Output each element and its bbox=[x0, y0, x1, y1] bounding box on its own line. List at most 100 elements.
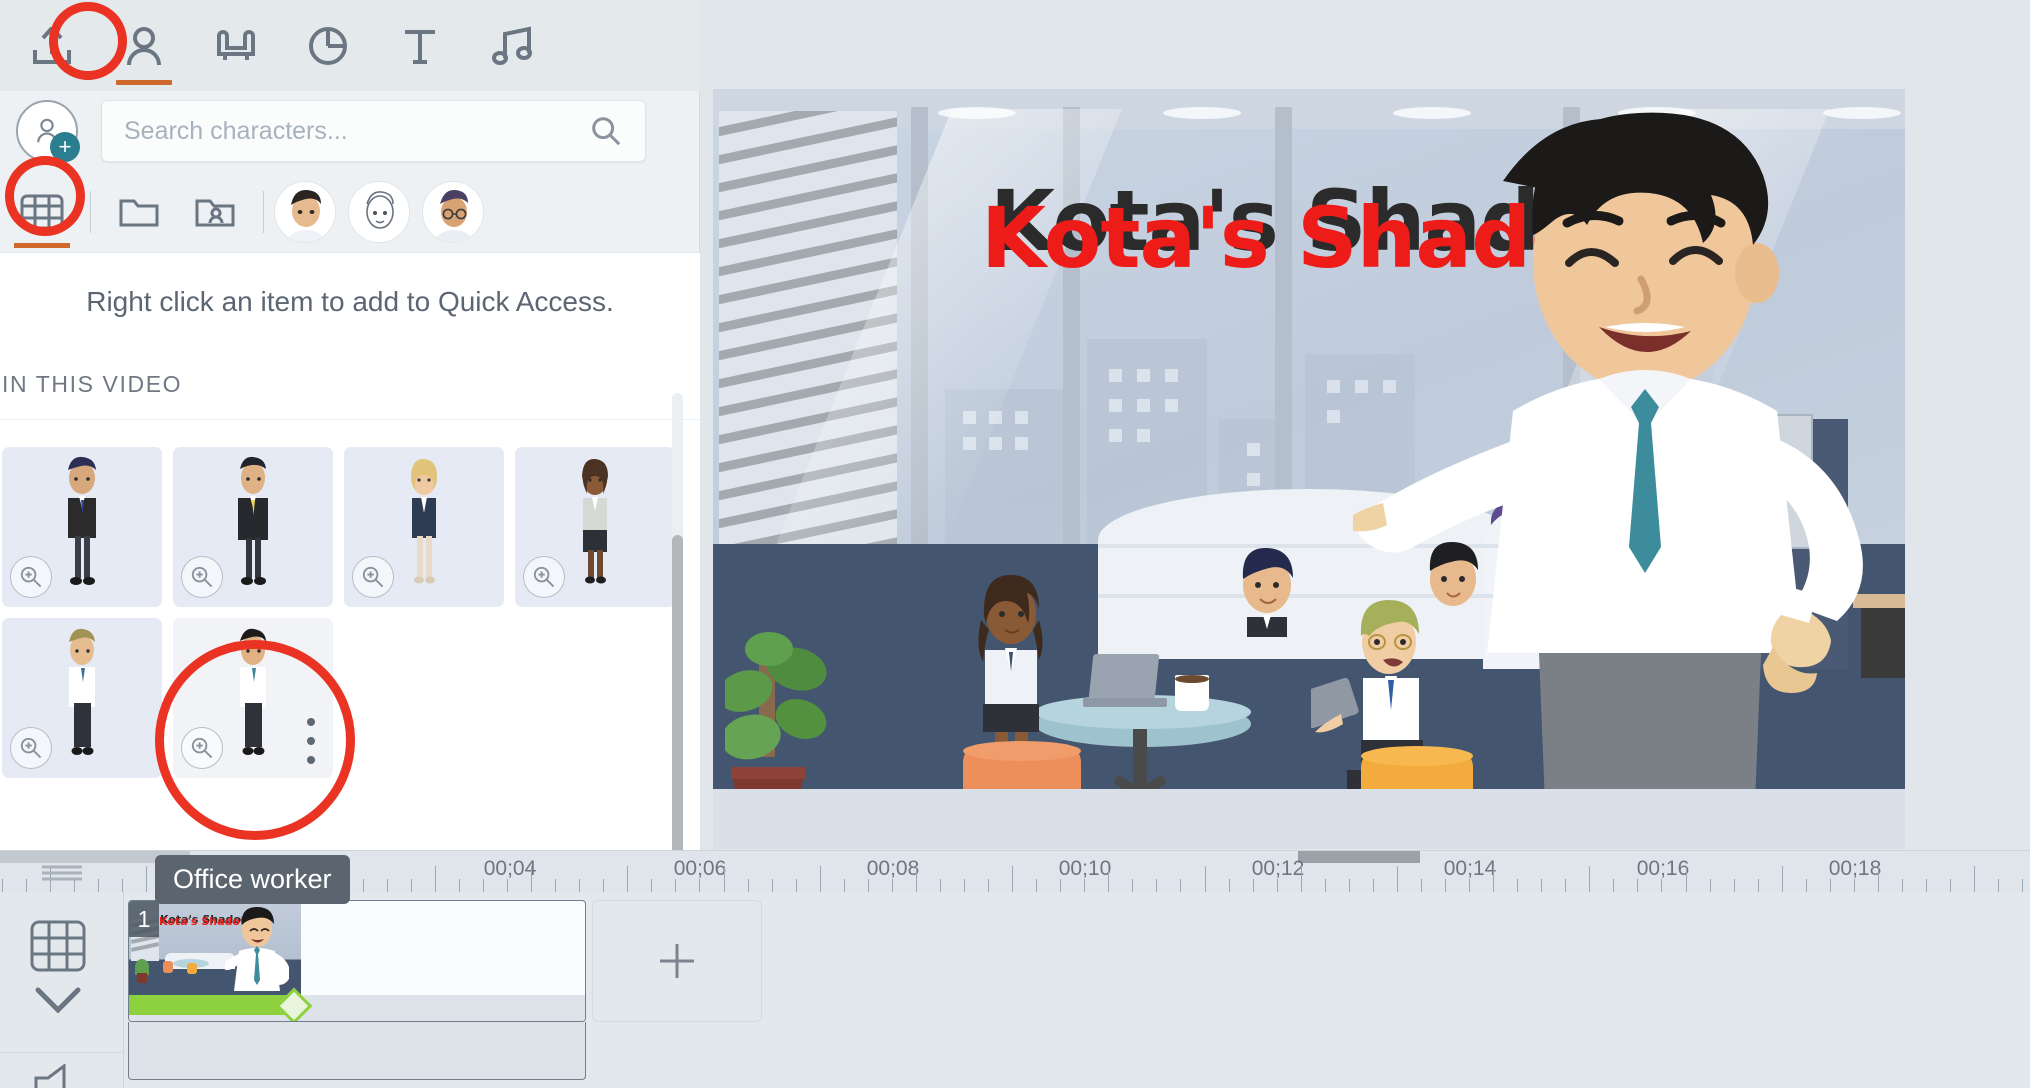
ruler-tick bbox=[26, 879, 28, 892]
drag-handle-icon[interactable] bbox=[38, 864, 86, 882]
ruler-tick bbox=[1084, 879, 1086, 892]
magnifier-plus-icon bbox=[191, 566, 213, 588]
in-this-video-header: IN THIS VIDEO bbox=[0, 350, 700, 420]
ruler-tick bbox=[651, 879, 653, 892]
toolbar-item-text[interactable] bbox=[374, 0, 466, 91]
toolbar-item-charts[interactable] bbox=[282, 0, 374, 91]
scene-duration-bar[interactable] bbox=[129, 995, 289, 1015]
ruler-tick bbox=[1757, 879, 1759, 892]
library-scrollbar-thumb[interactable] bbox=[672, 535, 683, 857]
ruler-tick bbox=[1493, 866, 1495, 892]
library-filter-row bbox=[0, 171, 700, 252]
speaker-icon[interactable] bbox=[30, 1064, 86, 1088]
ruler-label: 00;06 bbox=[673, 857, 727, 880]
quick-access-avatar-2[interactable] bbox=[348, 180, 410, 243]
ruler-label: 00;16 bbox=[1636, 857, 1690, 880]
magnifier-plus-icon bbox=[362, 566, 384, 588]
ruler-tick bbox=[1709, 879, 1711, 892]
ruler-tick bbox=[2022, 879, 2024, 892]
ruler-label: 00;04 bbox=[483, 857, 537, 880]
ruler-tick bbox=[1517, 879, 1519, 892]
ruler-tick bbox=[1156, 879, 1158, 892]
character-options-menu-button[interactable] bbox=[301, 718, 321, 764]
character-grid bbox=[0, 420, 700, 778]
text-icon bbox=[405, 29, 435, 64]
character-card-businessman-yellow-tie[interactable] bbox=[173, 447, 333, 607]
library-search-row: + bbox=[0, 91, 700, 171]
filter-all-characters[interactable] bbox=[4, 174, 80, 250]
character-card-businesswoman-blonde[interactable] bbox=[344, 447, 504, 607]
kebab-dot bbox=[307, 756, 315, 764]
toolbar-item-characters[interactable] bbox=[98, 0, 190, 91]
app-root: + Search characters... Right click an it… bbox=[0, 0, 2030, 1088]
ruler-label: 00;10 bbox=[1058, 857, 1112, 880]
zoom-preview-button[interactable] bbox=[352, 556, 394, 598]
character-library-panel: + Search characters... Right click an it… bbox=[0, 91, 700, 857]
ruler-tick bbox=[122, 879, 124, 892]
search-characters-box[interactable] bbox=[101, 100, 646, 162]
search-icon[interactable] bbox=[589, 114, 623, 148]
ruler-tick bbox=[1926, 879, 1927, 892]
ruler-tick bbox=[531, 866, 533, 892]
filter-my-characters[interactable] bbox=[177, 174, 253, 250]
timeline-panel: Kota's Shadows 1 bbox=[0, 865, 2030, 1088]
search-input[interactable] bbox=[124, 116, 589, 146]
toolbar-item-upload[interactable] bbox=[6, 0, 98, 91]
playhead-indicator[interactable] bbox=[1298, 851, 1420, 863]
ruler-tick bbox=[1974, 866, 1976, 892]
preview-stage: Kota's Shadows bbox=[700, 89, 2030, 850]
ruler-tick bbox=[1685, 866, 1687, 892]
ruler-tick bbox=[1950, 879, 1952, 892]
presenter-character[interactable] bbox=[1353, 111, 1905, 789]
chevron-down-icon[interactable] bbox=[30, 982, 86, 1018]
character-card-businessman-navy[interactable] bbox=[2, 447, 162, 607]
ruler-tick bbox=[362, 879, 364, 892]
ruler-tick bbox=[843, 879, 845, 892]
zoom-preview-button[interactable] bbox=[181, 727, 223, 769]
toolbar-item-music[interactable] bbox=[466, 0, 558, 91]
scene-render: Kota's Shadows bbox=[713, 89, 1905, 789]
folder-icon bbox=[119, 199, 159, 226]
filter-folders[interactable] bbox=[101, 174, 177, 250]
ruler-tick bbox=[867, 879, 869, 892]
ruler-tick bbox=[675, 879, 677, 892]
magnifier-plus-icon bbox=[533, 566, 555, 588]
zoom-preview-button[interactable] bbox=[10, 556, 52, 598]
add-character-button[interactable]: + bbox=[16, 100, 80, 162]
character-card-office-worker[interactable] bbox=[173, 618, 333, 778]
ruler-tick bbox=[747, 879, 749, 892]
main-toolbar bbox=[0, 0, 700, 91]
zoom-preview-button[interactable] bbox=[181, 556, 223, 598]
quick-access-avatar-3[interactable] bbox=[422, 180, 484, 243]
quick-access-hint-text: Right click an item to add to Quick Acce… bbox=[86, 285, 614, 317]
zoom-preview-button[interactable] bbox=[523, 556, 565, 598]
plus-icon bbox=[660, 944, 694, 978]
timeline-audio-track[interactable] bbox=[128, 1022, 586, 1080]
zoom-preview-button[interactable] bbox=[10, 727, 52, 769]
ruler-tick bbox=[555, 879, 557, 892]
character-figure bbox=[240, 628, 266, 755]
scene-track-filmstrip-icon[interactable] bbox=[28, 918, 88, 974]
library-scrollbar[interactable] bbox=[672, 393, 683, 857]
filter-divider-2 bbox=[263, 190, 264, 233]
toolbar-item-props[interactable] bbox=[190, 0, 282, 91]
character-card-businesswoman-braids[interactable] bbox=[515, 447, 675, 607]
upload-icon bbox=[33, 26, 71, 64]
ruler-tick bbox=[1469, 879, 1471, 892]
ruler-tick bbox=[1853, 879, 1855, 892]
add-scene-button[interactable] bbox=[592, 900, 762, 1022]
scene-number-badge: 1 bbox=[129, 901, 159, 937]
scene-thumb-presenter bbox=[225, 907, 289, 991]
avatar-dark-hair-icon bbox=[276, 182, 335, 242]
character-figure bbox=[69, 628, 95, 755]
person-icon bbox=[127, 26, 161, 65]
quick-access-avatar-1[interactable] bbox=[274, 180, 336, 243]
video-canvas[interactable]: Kota's Shadows bbox=[713, 89, 1905, 849]
magnifier-plus-icon bbox=[191, 737, 213, 759]
ruler-label: 00;08 bbox=[866, 857, 920, 880]
character-card-office-worker-blond[interactable] bbox=[2, 618, 162, 778]
character-tooltip: Office worker bbox=[155, 855, 350, 904]
timeline-scene-clip[interactable]: Kota's Shadows 1 bbox=[128, 900, 586, 1022]
ruler-tick bbox=[1998, 879, 2000, 892]
in-this-video-label: IN THIS VIDEO bbox=[2, 371, 183, 397]
